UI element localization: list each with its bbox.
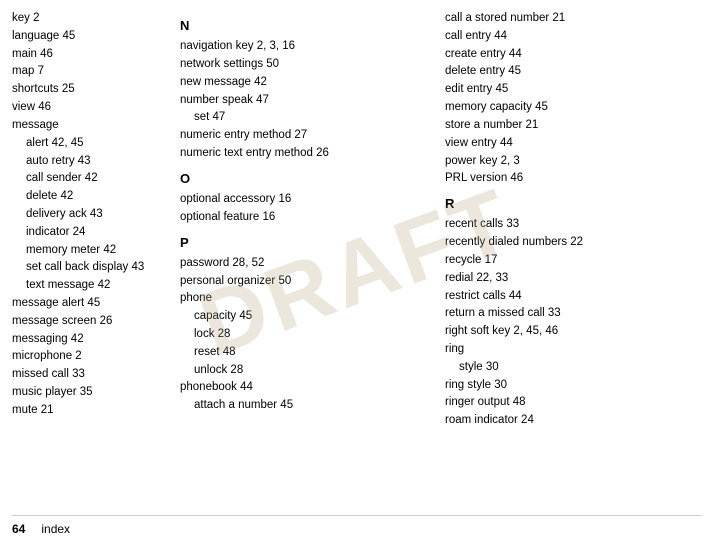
list-item: delivery ack 43	[12, 206, 164, 224]
list-item: alert 42, 45	[12, 135, 164, 153]
list-item: network settings 50	[180, 56, 429, 74]
list-item: password 28, 52	[180, 255, 429, 273]
list-item: phone	[180, 290, 429, 308]
list-item: ringer output 48	[445, 394, 694, 412]
list-item: key 2	[12, 10, 164, 28]
list-item: recycle 17	[445, 252, 694, 270]
list-item: numeric text entry method 26	[180, 145, 429, 163]
list-item: microphone 2	[12, 348, 164, 366]
list-item: capacity 45	[180, 308, 429, 326]
list-item: roam indicator 24	[445, 412, 694, 430]
footer-label: index	[41, 522, 70, 536]
section-n: N	[180, 16, 429, 36]
list-item: restrict calls 44	[445, 288, 694, 306]
column-3: call a stored number 21 call entry 44 cr…	[437, 10, 702, 511]
list-item: optional accessory 16	[180, 191, 429, 209]
list-item: memory meter 42	[12, 242, 164, 260]
list-item: music player 35	[12, 384, 164, 402]
list-item: message	[12, 117, 164, 135]
list-item: attach a number 45	[180, 397, 429, 415]
list-item: set 47	[180, 109, 429, 127]
section-p: P	[180, 233, 429, 253]
list-item: set call back display 43	[12, 259, 164, 277]
list-item: recent calls 33	[445, 216, 694, 234]
list-item: language 45	[12, 28, 164, 46]
list-item: ring style 30	[445, 377, 694, 395]
list-item: messaging 42	[12, 331, 164, 349]
list-item: memory capacity 45	[445, 99, 694, 117]
list-item: message screen 26	[12, 313, 164, 331]
list-item: mute 21	[12, 402, 164, 420]
list-item: missed call 33	[12, 366, 164, 384]
section-r: R	[445, 194, 694, 214]
list-item: create entry 44	[445, 46, 694, 64]
list-item: view 46	[12, 99, 164, 117]
list-item: view entry 44	[445, 135, 694, 153]
list-item: return a missed call 33	[445, 305, 694, 323]
list-item: reset 48	[180, 344, 429, 362]
footer: 64 index	[12, 515, 702, 536]
section-o: O	[180, 169, 429, 189]
list-item: number speak 47	[180, 92, 429, 110]
list-item: shortcuts 25	[12, 81, 164, 99]
column-1: key 2 language 45 main 46 map 7 shortcut…	[12, 10, 172, 511]
list-item: store a number 21	[445, 117, 694, 135]
list-item: phonebook 44	[180, 379, 429, 397]
list-item: PRL version 46	[445, 170, 694, 188]
list-item: optional feature 16	[180, 209, 429, 227]
list-item: power key 2, 3	[445, 153, 694, 171]
list-item: redial 22, 33	[445, 270, 694, 288]
content-area: key 2 language 45 main 46 map 7 shortcut…	[12, 10, 702, 511]
list-item: call a stored number 21	[445, 10, 694, 28]
list-item: lock 28	[180, 326, 429, 344]
page-number: 64	[12, 522, 25, 536]
page-container: DRAFT key 2 language 45 main 46 map 7 sh…	[0, 0, 714, 546]
list-item: auto retry 43	[12, 153, 164, 171]
list-item: navigation key 2, 3, 16	[180, 38, 429, 56]
list-item: main 46	[12, 46, 164, 64]
list-item: right soft key 2, 45, 46	[445, 323, 694, 341]
list-item: text message 42	[12, 277, 164, 295]
list-item: delete 42	[12, 188, 164, 206]
col1-entries: key 2 language 45 main 46 map 7 shortcut…	[12, 10, 164, 420]
list-item: ring	[445, 341, 694, 359]
list-item: call entry 44	[445, 28, 694, 46]
list-item: new message 42	[180, 74, 429, 92]
list-item: unlock 28	[180, 362, 429, 380]
list-item: delete entry 45	[445, 63, 694, 81]
list-item: style 30	[445, 359, 694, 377]
list-item: message alert 45	[12, 295, 164, 313]
list-item: personal organizer 50	[180, 273, 429, 291]
list-item: recently dialed numbers 22	[445, 234, 694, 252]
list-item: indicator 24	[12, 224, 164, 242]
list-item: numeric entry method 27	[180, 127, 429, 145]
list-item: call sender 42	[12, 170, 164, 188]
column-2: N navigation key 2, 3, 16 network settin…	[172, 10, 437, 511]
list-item: edit entry 45	[445, 81, 694, 99]
list-item: map 7	[12, 63, 164, 81]
